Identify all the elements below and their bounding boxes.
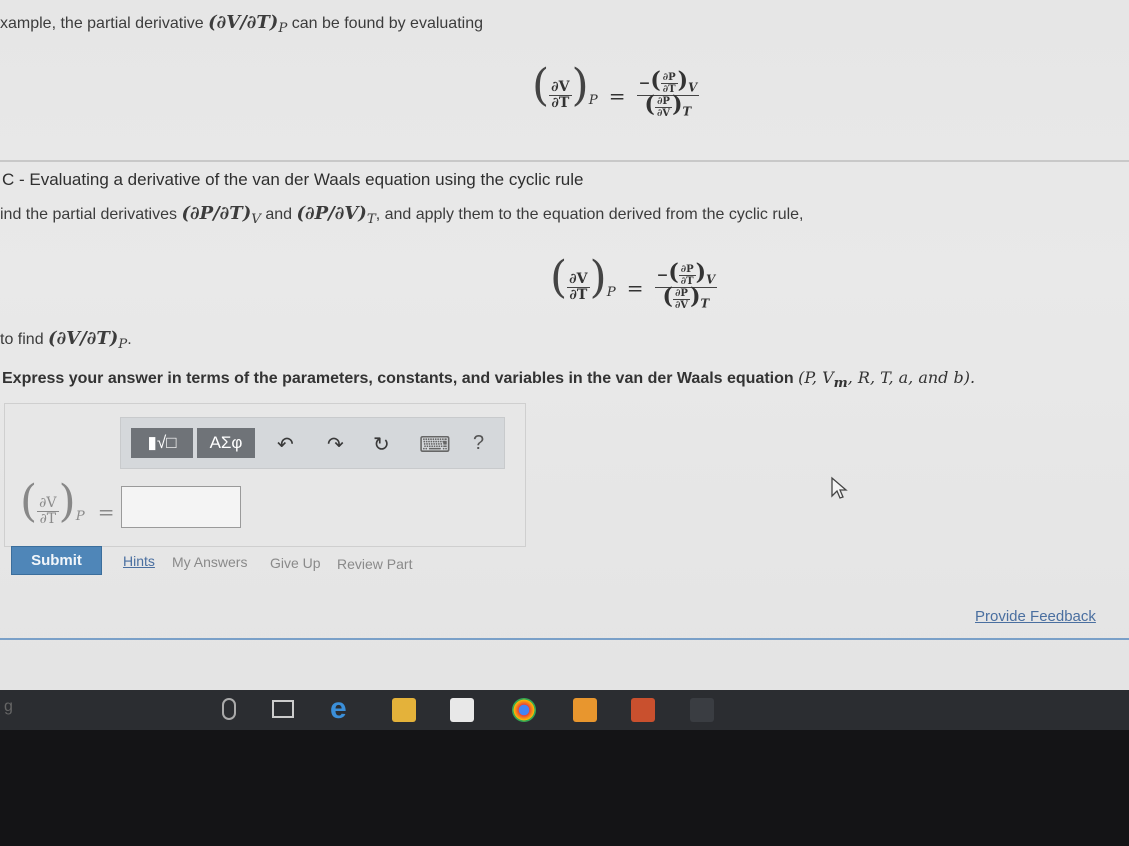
answer-label: (∂V ∂T)P = — [20, 476, 115, 527]
templates-icon: ▮√□ — [147, 433, 177, 452]
intro-line: xample, the partial derivative (∂V/∂T)P … — [0, 12, 483, 36]
chrome-icon[interactable] — [512, 698, 536, 722]
keyboard-icon[interactable]: ⌨ — [419, 432, 451, 458]
monitor-bezel — [0, 730, 1129, 846]
store-icon[interactable] — [450, 698, 474, 722]
help-icon[interactable]: ? — [473, 432, 484, 455]
undo-icon[interactable]: ↶ — [277, 432, 294, 457]
taskbar: g e — [0, 690, 1129, 730]
express-instruction: Express your answer in terms of the para… — [2, 368, 976, 392]
section-c-title: C - Evaluating a derivative of the van d… — [2, 170, 584, 189]
search-hint[interactable]: g — [4, 698, 13, 716]
greek-symbols-button[interactable]: ΑΣφ — [197, 428, 255, 458]
give-up-link[interactable]: Give Up — [270, 555, 321, 571]
submit-button[interactable]: Submit — [11, 546, 102, 575]
cyclic-equation-2: (∂V ∂T)P = −(∂P ∂T)V (∂P ∂V)T — [550, 252, 718, 311]
cyclic-equation-1: (∂V ∂T)P = −(∂P ∂T)V (∂P ∂V)T — [532, 60, 700, 119]
app-icon-cat[interactable] — [690, 698, 714, 722]
task-view-icon[interactable] — [272, 700, 294, 718]
intro-text-end: can be found by evaluating — [291, 15, 483, 32]
answer-input[interactable] — [121, 486, 241, 528]
browser-viewport: xample, the partial derivative (∂V/∂T)P … — [0, 0, 1129, 690]
redo-icon[interactable]: ↷ — [327, 432, 344, 457]
my-answers-link[interactable]: My Answers — [172, 554, 247, 570]
reset-icon[interactable]: ↻ — [373, 432, 390, 457]
footer-divider — [0, 638, 1129, 640]
file-explorer-icon[interactable] — [392, 698, 416, 722]
hints-link[interactable]: Hints — [123, 553, 155, 569]
media-player-icon[interactable] — [631, 698, 655, 722]
intro-text: xample, the partial derivative — [0, 15, 204, 32]
math-toolbar: ▮√□ ΑΣφ ↶ ↷ ↻ ⌨ ? — [120, 417, 505, 469]
review-part-link[interactable]: Review Part — [337, 556, 412, 572]
intro-derivative-sub: P — [278, 21, 288, 37]
cursor-icon — [831, 476, 848, 499]
section-divider — [0, 160, 1129, 162]
templates-button[interactable]: ▮√□ — [131, 428, 193, 458]
edge-icon[interactable]: e — [330, 692, 347, 726]
intro-derivative: (∂V/∂T) — [208, 12, 279, 33]
to-find-line: to find (∂V/∂T)P. — [0, 328, 132, 353]
app-icon-orange[interactable] — [573, 698, 597, 722]
section-c-instruction: ind the partial derivatives (∂P/∂T)V and… — [0, 203, 804, 228]
microphone-icon[interactable] — [222, 698, 236, 720]
provide-feedback-link[interactable]: Provide Feedback — [975, 608, 1096, 625]
